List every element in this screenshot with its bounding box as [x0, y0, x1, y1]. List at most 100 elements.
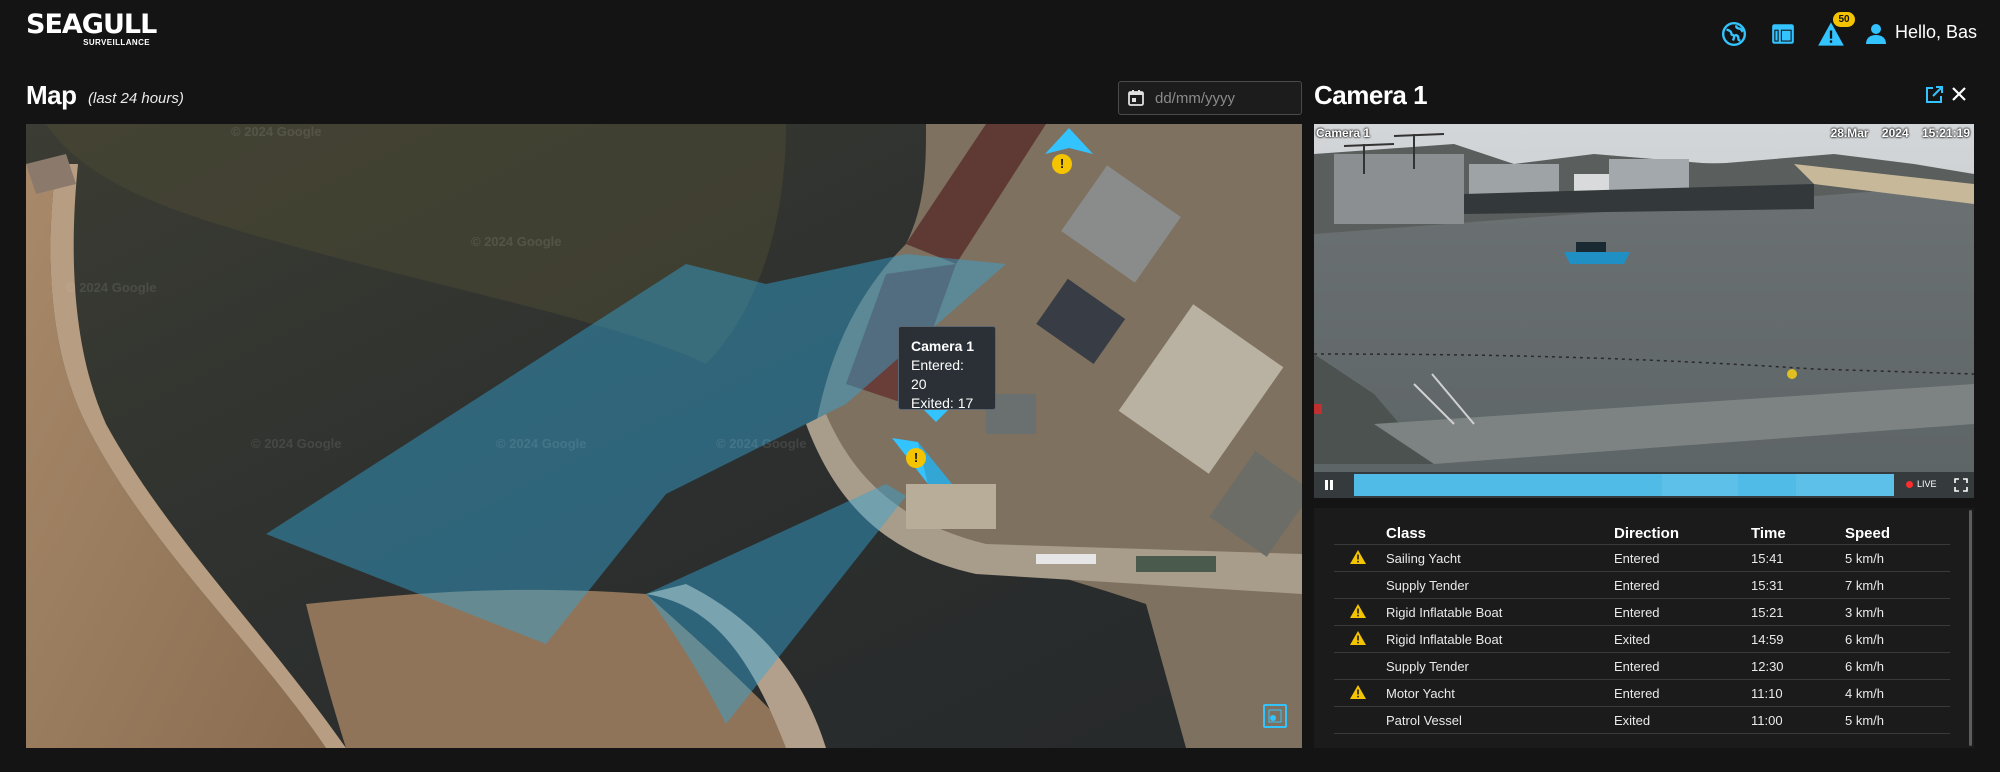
camera-video-feed[interactable]: Camera 1 28.Mar 2024 15:21:19 LIVE: [1314, 124, 1974, 498]
map-title: Map: [26, 80, 77, 110]
table-row[interactable]: Patrol Vessel Exited 11:00 5 km/h: [1334, 706, 1950, 734]
table-header-row: Class Direction Time Speed: [1334, 522, 1950, 545]
tooltip-pointer: [924, 410, 948, 422]
column-header-class[interactable]: Class: [1386, 522, 1614, 545]
cell-direction: Exited: [1614, 625, 1751, 653]
tooltip-title: Camera 1: [911, 338, 975, 354]
cell-speed: 4 km/h: [1845, 679, 1950, 707]
cell-direction: Exited: [1614, 706, 1751, 734]
satellite-map[interactable]: © 2024 Google © 2024 Google © 2024 Googl…: [26, 124, 1302, 748]
map-watermark: © 2024 Google: [716, 436, 807, 451]
timeline-segment: [1796, 474, 1894, 496]
cell-direction: Entered: [1614, 679, 1751, 707]
warning-cell: [1334, 706, 1386, 734]
detections-body: Sailing Yacht Entered 15:41 5 km/h Supply Te…: [1334, 544, 1950, 734]
video-controls: LIVE: [1314, 472, 1974, 498]
cell-speed: 5 km/h: [1845, 706, 1950, 734]
table-row[interactable]: Rigid Inflatable Boat Exited 14:59 6 km/h: [1334, 625, 1950, 653]
cell-class: Supply Tender: [1386, 571, 1614, 599]
cell-time: 15:21: [1751, 598, 1845, 626]
video-frame: [1314, 124, 1974, 498]
tooltip-entered: Entered: 20: [911, 357, 964, 392]
cell-class: Sailing Yacht: [1386, 544, 1614, 572]
camera-warning-marker[interactable]: !: [1052, 154, 1072, 174]
cell-speed: 3 km/h: [1845, 598, 1950, 626]
cell-class: Rigid Inflatable Boat: [1386, 625, 1614, 653]
detections-panel[interactable]: Class Direction Time Speed Sailing Yacht…: [1314, 508, 1974, 748]
warning-icon: [1349, 684, 1367, 703]
camera-title: Camera 1: [1314, 80, 1428, 110]
warning-cell: [1334, 625, 1386, 653]
cell-speed: 6 km/h: [1845, 652, 1950, 680]
cell-time: 14:59: [1751, 625, 1845, 653]
table-layout-icon[interactable]: [1769, 20, 1797, 48]
cell-direction: Entered: [1614, 544, 1751, 572]
camera-direction-marker[interactable]: [1041, 124, 1097, 180]
cell-speed: 5 km/h: [1845, 544, 1950, 572]
globe-icon[interactable]: [1720, 20, 1748, 48]
cell-speed: 6 km/h: [1845, 625, 1950, 653]
live-label: LIVE: [1917, 479, 1937, 489]
video-camera-label: Camera 1: [1316, 126, 1371, 140]
camera-1-warning-marker[interactable]: !: [906, 448, 926, 468]
table-row[interactable]: Rigid Inflatable Boat Entered 15:21 3 km/h: [1334, 598, 1950, 626]
warning-icon: [1349, 549, 1367, 568]
brand-name: SEAGULL: [26, 9, 157, 40]
cell-class: Rigid Inflatable Boat: [1386, 598, 1614, 626]
warning-cell: [1334, 571, 1386, 599]
map-watermark: © 2024 Google: [251, 436, 342, 451]
video-timeline[interactable]: [1354, 474, 1894, 496]
table-scrollbar[interactable]: [1969, 510, 1972, 746]
table-row[interactable]: Supply Tender Entered 12:30 6 km/h: [1334, 652, 1950, 680]
table-row[interactable]: Supply Tender Entered 15:31 7 km/h: [1334, 571, 1950, 599]
cell-class: Supply Tender: [1386, 652, 1614, 680]
cell-direction: Entered: [1614, 571, 1751, 599]
map-watermark: © 2024 Google: [471, 234, 562, 249]
column-header-direction[interactable]: Direction: [1614, 522, 1751, 545]
map-imagery: [26, 124, 1302, 748]
cell-class: Patrol Vessel: [1386, 706, 1614, 734]
cell-time: 12:30: [1751, 652, 1845, 680]
cell-speed: 7 km/h: [1845, 571, 1950, 599]
warning-cell: [1334, 652, 1386, 680]
open-external-icon[interactable]: [1925, 86, 1947, 108]
timeline-segment: [1662, 474, 1738, 496]
warning-column-header: [1334, 522, 1386, 545]
camera-tooltip: Camera 1 Entered: 20 Exited: 17: [898, 326, 996, 411]
cell-time: 11:00: [1751, 706, 1845, 734]
warning-cell: [1334, 679, 1386, 707]
date-input[interactable]: [1153, 88, 1297, 108]
cell-time: 15:31: [1751, 571, 1845, 599]
pause-icon[interactable]: [1322, 478, 1336, 492]
user-icon[interactable]: [1862, 20, 1890, 48]
map-watermark: © 2024 Google: [231, 124, 322, 139]
detections-table: Class Direction Time Speed Sailing Yacht…: [1334, 522, 1950, 734]
cell-direction: Entered: [1614, 652, 1751, 680]
cell-time: 15:41: [1751, 544, 1845, 572]
warning-icon: [1349, 603, 1367, 622]
warning-cell: [1334, 598, 1386, 626]
date-picker[interactable]: [1118, 81, 1302, 115]
column-header-speed[interactable]: Speed: [1845, 522, 1950, 545]
layers-icon[interactable]: [1263, 704, 1287, 728]
table-row[interactable]: Motor Yacht Entered 11:10 4 km/h: [1334, 679, 1950, 707]
column-header-time[interactable]: Time: [1751, 522, 1845, 545]
cell-direction: Entered: [1614, 598, 1751, 626]
table-row[interactable]: Sailing Yacht Entered 15:41 5 km/h: [1334, 544, 1950, 572]
map-watermark: © 2024 Google: [496, 436, 587, 451]
warning-cell: [1334, 544, 1386, 572]
cell-class: Motor Yacht: [1386, 679, 1614, 707]
cell-time: 11:10: [1751, 679, 1845, 707]
user-greeting[interactable]: Hello, Bas: [1895, 22, 1977, 43]
live-dot-icon: [1906, 480, 1913, 488]
fullscreen-icon[interactable]: [1954, 478, 1968, 492]
camera-1-direction-marker[interactable]: [892, 434, 962, 494]
close-icon[interactable]: [1951, 86, 1973, 108]
video-timestamp: 28.Mar 2024 15:21:19: [1830, 126, 1970, 140]
calendar-icon[interactable]: [1119, 90, 1153, 106]
seagull-logo[interactable]: SEAGULL SURVEILLANCE: [26, 9, 157, 47]
warning-icon: [1349, 630, 1367, 649]
map-subtitle: (last 24 hours): [88, 90, 184, 107]
alert-count-badge: 50: [1833, 12, 1855, 27]
map-watermark: © 2024 Google: [66, 280, 157, 295]
